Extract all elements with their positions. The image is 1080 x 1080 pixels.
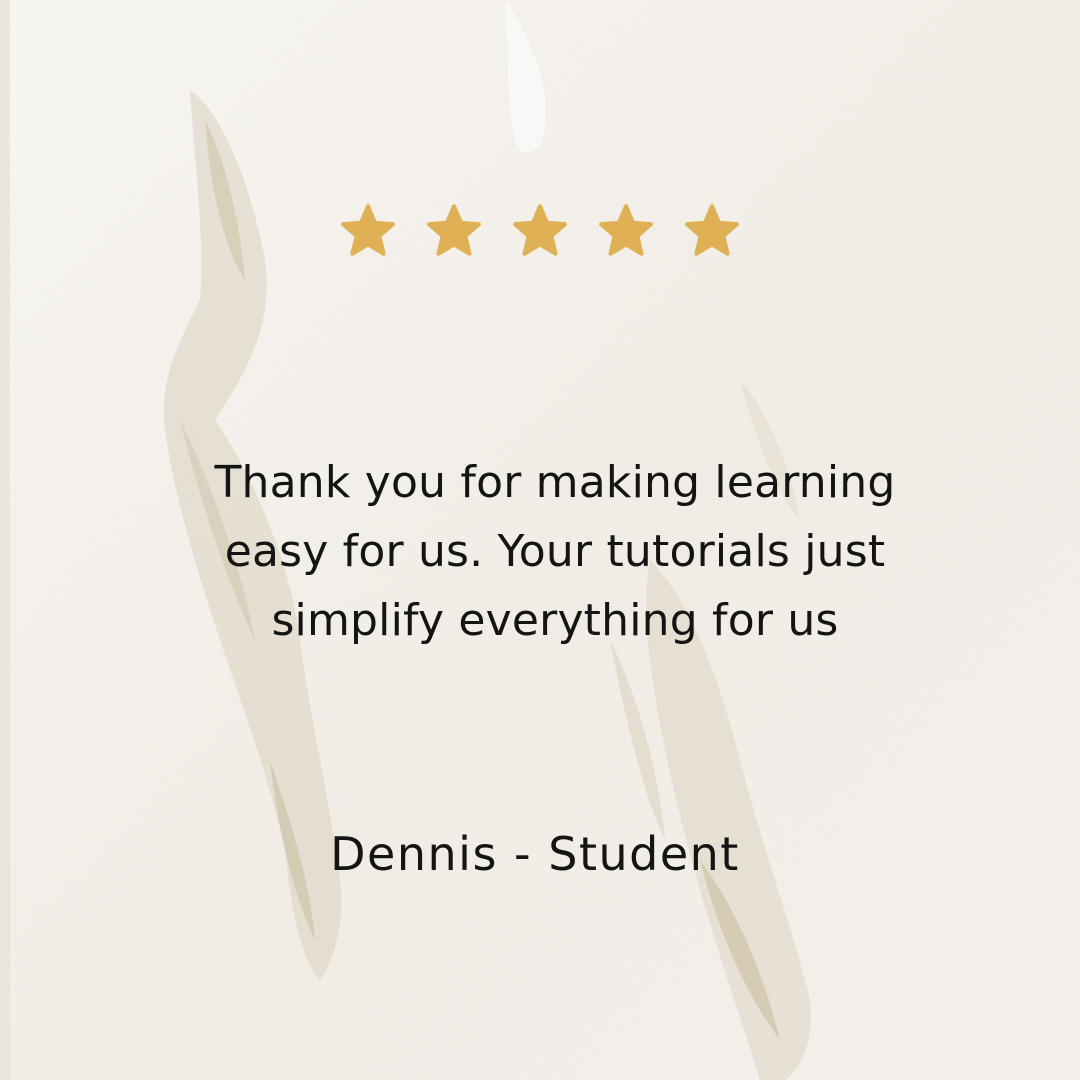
star-icon bbox=[599, 204, 653, 256]
rating-stars bbox=[0, 200, 1080, 270]
star-icon bbox=[427, 204, 481, 256]
star-icon bbox=[341, 204, 395, 256]
star-icon bbox=[513, 204, 567, 256]
testimonial-author: Dennis - Student bbox=[330, 827, 740, 881]
testimonial-quote: Thank you for making learning easy for u… bbox=[140, 448, 970, 655]
quote-line: Thank you for making learning bbox=[214, 457, 896, 508]
testimonial-card: Thank you for making learning easy for u… bbox=[0, 0, 1080, 1080]
quote-line: easy for us. Your tutorials just bbox=[224, 526, 886, 577]
quote-line: simplify everything for us bbox=[271, 595, 839, 646]
star-icon bbox=[685, 204, 739, 256]
